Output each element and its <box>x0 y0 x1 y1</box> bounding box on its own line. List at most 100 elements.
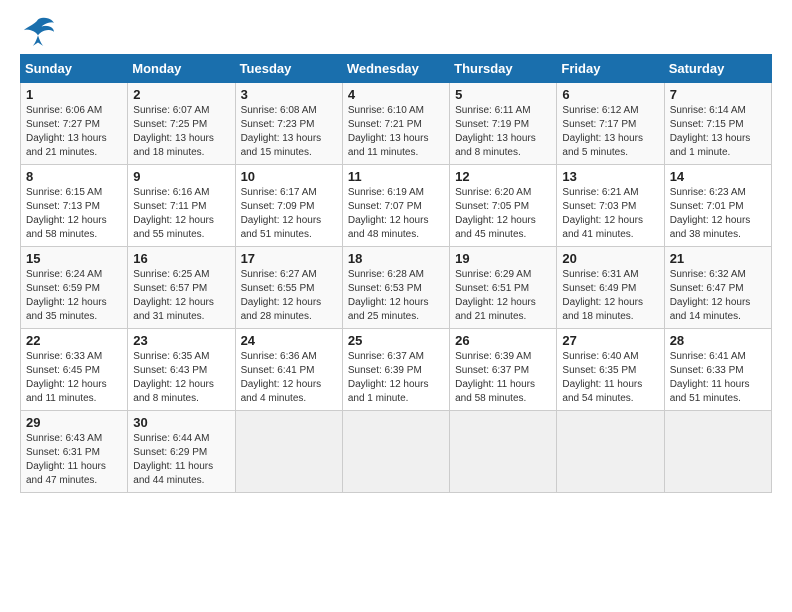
header-day-thursday: Thursday <box>450 55 557 83</box>
day-info: Sunrise: 6:41 AM Sunset: 6:33 PM Dayligh… <box>670 350 766 406</box>
day-number: 9 <box>133 169 229 184</box>
logo <box>20 16 60 46</box>
day-info: Sunrise: 6:21 AM Sunset: 7:03 PM Dayligh… <box>562 186 658 242</box>
day-number: 26 <box>455 333 551 348</box>
day-info: Sunrise: 6:40 AM Sunset: 6:35 PM Dayligh… <box>562 350 658 406</box>
day-info: Sunrise: 6:32 AM Sunset: 6:47 PM Dayligh… <box>670 268 766 324</box>
calendar-cell: 23Sunrise: 6:35 AM Sunset: 6:43 PM Dayli… <box>128 329 235 411</box>
calendar-cell: 1Sunrise: 6:06 AM Sunset: 7:27 PM Daylig… <box>21 83 128 165</box>
day-number: 21 <box>670 251 766 266</box>
calendar-cell: 5 Sunrise: 6:11 AM Sunset: 7:19 PM Daylig… <box>450 83 557 165</box>
day-number: 27 <box>562 333 658 348</box>
header-day-sunday: Sunday <box>21 55 128 83</box>
day-number: 16 <box>133 251 229 266</box>
calendar-cell: 13 Sunrise: 6:21 AM Sunset: 7:03 PM Dayli… <box>557 165 664 247</box>
day-number: 15 <box>26 251 122 266</box>
day-info: Sunrise: 6:10 AM Sunset: 7:21 PM Dayligh… <box>348 104 444 160</box>
calendar-cell: 3Sunrise: 6:08 AM Sunset: 7:23 PM Daylig… <box>235 83 342 165</box>
calendar-cell: 11Sunrise: 6:19 AM Sunset: 7:07 PM Dayli… <box>342 165 449 247</box>
calendar-cell: 16Sunrise: 6:25 AM Sunset: 6:57 PM Dayli… <box>128 247 235 329</box>
header-day-saturday: Saturday <box>664 55 771 83</box>
day-info: Sunrise: 6:17 AM Sunset: 7:09 PM Dayligh… <box>241 186 337 242</box>
day-info: Sunrise: 6:31 AM Sunset: 6:49 PM Dayligh… <box>562 268 658 324</box>
header-day-wednesday: Wednesday <box>342 55 449 83</box>
day-info: Sunrise: 6:14 AM Sunset: 7:15 PM Dayligh… <box>670 104 766 160</box>
day-info: Sunrise: 6:27 AM Sunset: 6:55 PM Dayligh… <box>241 268 337 324</box>
day-info: Sunrise: 6:07 AM Sunset: 7:25 PM Dayligh… <box>133 104 229 160</box>
day-info: Sunrise: 6:36 AM Sunset: 6:41 PM Dayligh… <box>241 350 337 406</box>
day-info: Sunrise: 6:19 AM Sunset: 7:07 PM Dayligh… <box>348 186 444 242</box>
calendar-table: SundayMondayTuesdayWednesdayThursdayFrid… <box>20 54 772 493</box>
day-info: Sunrise: 6:24 AM Sunset: 6:59 PM Dayligh… <box>26 268 122 324</box>
day-info: Sunrise: 6:23 AM Sunset: 7:01 PM Dayligh… <box>670 186 766 242</box>
calendar-cell <box>557 411 664 493</box>
day-number: 12 <box>455 169 551 184</box>
calendar-cell: 6Sunrise: 6:12 AM Sunset: 7:17 PM Daylig… <box>557 83 664 165</box>
day-number: 2 <box>133 87 229 102</box>
day-info: Sunrise: 6:43 AM Sunset: 6:31 PM Dayligh… <box>26 432 122 488</box>
day-number: 20 <box>562 251 658 266</box>
day-number: 4 <box>348 87 444 102</box>
calendar-cell: 14 Sunrise: 6:23 AM Sunset: 7:01 PM Dayli… <box>664 165 771 247</box>
calendar-cell: 10 Sunrise: 6:17 AM Sunset: 7:09 PM Dayli… <box>235 165 342 247</box>
day-number: 30 <box>133 415 229 430</box>
page-header <box>20 16 772 46</box>
calendar-cell: 26 Sunrise: 6:39 AM Sunset: 6:37 PM Dayli… <box>450 329 557 411</box>
calendar-cell: 22 Sunrise: 6:33 AM Sunset: 6:45 PM Dayli… <box>21 329 128 411</box>
calendar-cell: 20 Sunrise: 6:31 AM Sunset: 6:49 PM Dayli… <box>557 247 664 329</box>
calendar-cell: 18Sunrise: 6:28 AM Sunset: 6:53 PM Dayli… <box>342 247 449 329</box>
calendar-week-4: 15 Sunrise: 6:24 AM Sunset: 6:59 PM Dayli… <box>21 247 772 329</box>
day-number: 13 <box>562 169 658 184</box>
day-number: 19 <box>455 251 551 266</box>
day-info: Sunrise: 6:16 AM Sunset: 7:11 PM Dayligh… <box>133 186 229 242</box>
calendar-cell: 7 Sunrise: 6:14 AM Sunset: 7:15 PM Daylig… <box>664 83 771 165</box>
day-number: 24 <box>241 333 337 348</box>
day-number: 17 <box>241 251 337 266</box>
calendar-cell <box>450 411 557 493</box>
calendar-cell: 25Sunrise: 6:37 AM Sunset: 6:39 PM Dayli… <box>342 329 449 411</box>
day-info: Sunrise: 6:11 AM Sunset: 7:19 PM Dayligh… <box>455 104 551 160</box>
day-info: Sunrise: 6:29 AM Sunset: 6:51 PM Dayligh… <box>455 268 551 324</box>
day-info: Sunrise: 6:39 AM Sunset: 6:37 PM Dayligh… <box>455 350 551 406</box>
calendar-cell: 19 Sunrise: 6:29 AM Sunset: 6:51 PM Dayli… <box>450 247 557 329</box>
calendar-cell: 15 Sunrise: 6:24 AM Sunset: 6:59 PM Dayli… <box>21 247 128 329</box>
day-number: 14 <box>670 169 766 184</box>
day-number: 28 <box>670 333 766 348</box>
day-number: 18 <box>348 251 444 266</box>
day-info: Sunrise: 6:37 AM Sunset: 6:39 PM Dayligh… <box>348 350 444 406</box>
day-info: Sunrise: 6:20 AM Sunset: 7:05 PM Dayligh… <box>455 186 551 242</box>
day-number: 29 <box>26 415 122 430</box>
calendar-cell: 8 Sunrise: 6:15 AM Sunset: 7:13 PM Daylig… <box>21 165 128 247</box>
calendar-week-3: 8 Sunrise: 6:15 AM Sunset: 7:13 PM Daylig… <box>21 165 772 247</box>
header-day-monday: Monday <box>128 55 235 83</box>
day-number: 7 <box>670 87 766 102</box>
calendar-header-row: SundayMondayTuesdayWednesdayThursdayFrid… <box>21 55 772 83</box>
day-info: Sunrise: 6:08 AM Sunset: 7:23 PM Dayligh… <box>241 104 337 160</box>
calendar-cell: 17 Sunrise: 6:27 AM Sunset: 6:55 PM Dayli… <box>235 247 342 329</box>
day-number: 22 <box>26 333 122 348</box>
calendar-cell <box>664 411 771 493</box>
calendar-cell: 12 Sunrise: 6:20 AM Sunset: 7:05 PM Dayli… <box>450 165 557 247</box>
calendar-cell: 2 Sunrise: 6:07 AM Sunset: 7:25 PM Daylig… <box>128 83 235 165</box>
calendar-cell: 28 Sunrise: 6:41 AM Sunset: 6:33 PM Dayli… <box>664 329 771 411</box>
day-number: 23 <box>133 333 229 348</box>
header-day-tuesday: Tuesday <box>235 55 342 83</box>
day-info: Sunrise: 6:44 AM Sunset: 6:29 PM Dayligh… <box>133 432 229 488</box>
calendar-cell: 27 Sunrise: 6:40 AM Sunset: 6:35 PM Dayli… <box>557 329 664 411</box>
calendar-week-5: 22 Sunrise: 6:33 AM Sunset: 6:45 PM Dayli… <box>21 329 772 411</box>
day-info: Sunrise: 6:06 AM Sunset: 7:27 PM Dayligh… <box>26 104 122 160</box>
calendar-cell: 9 Sunrise: 6:16 AM Sunset: 7:11 PM Daylig… <box>128 165 235 247</box>
calendar-cell: 21 Sunrise: 6:32 AM Sunset: 6:47 PM Dayli… <box>664 247 771 329</box>
calendar-cell: 30 Sunrise: 6:44 AM Sunset: 6:29 PM Dayli… <box>128 411 235 493</box>
calendar-cell: 4 Sunrise: 6:10 AM Sunset: 7:21 PM Daylig… <box>342 83 449 165</box>
day-info: Sunrise: 6:15 AM Sunset: 7:13 PM Dayligh… <box>26 186 122 242</box>
day-number: 10 <box>241 169 337 184</box>
calendar-cell: 24 Sunrise: 6:36 AM Sunset: 6:41 PM Dayli… <box>235 329 342 411</box>
day-number: 8 <box>26 169 122 184</box>
calendar-week-6: 29 Sunrise: 6:43 AM Sunset: 6:31 PM Dayli… <box>21 411 772 493</box>
calendar-week-2: 1Sunrise: 6:06 AM Sunset: 7:27 PM Daylig… <box>21 83 772 165</box>
day-info: Sunrise: 6:33 AM Sunset: 6:45 PM Dayligh… <box>26 350 122 406</box>
calendar-cell <box>342 411 449 493</box>
calendar-cell <box>235 411 342 493</box>
day-number: 5 <box>455 87 551 102</box>
